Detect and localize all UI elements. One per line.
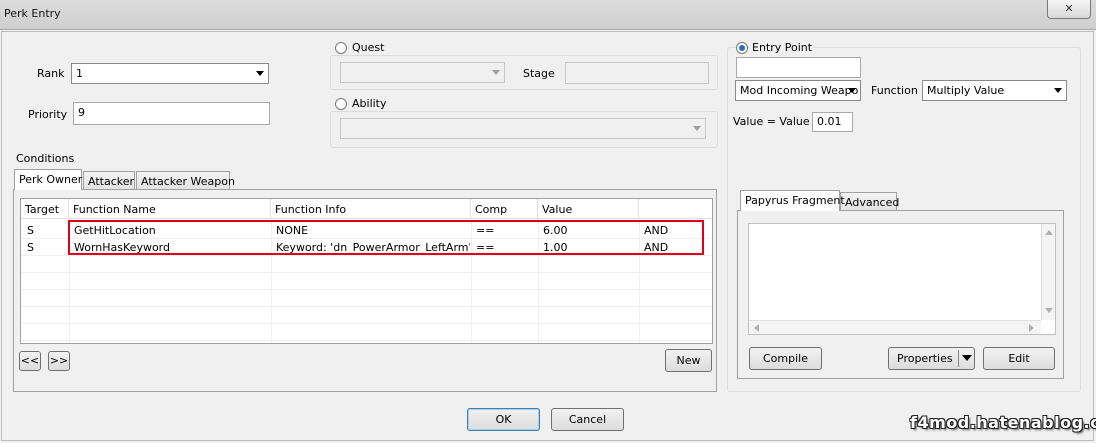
- close-icon: ✕: [1064, 2, 1074, 15]
- function-select[interactable]: Multiply Value: [922, 80, 1067, 101]
- function-label: Function: [871, 84, 918, 97]
- column-header-function-info[interactable]: Function Info: [271, 199, 471, 219]
- entry-point-name-input[interactable]: [736, 57, 861, 78]
- entry-point-select[interactable]: Mod Incoming Weapo: [735, 80, 861, 101]
- table-row[interactable]: [21, 256, 712, 273]
- new-condition-button[interactable]: New: [665, 349, 712, 372]
- tab-advanced[interactable]: Advanced: [840, 192, 900, 211]
- table-row[interactable]: [21, 324, 712, 341]
- scroll-right-icon[interactable]: [1029, 324, 1034, 332]
- chevron-down-icon: [492, 70, 500, 75]
- title-bar: Perk Entry: [0, 0, 1096, 30]
- column-header-comp[interactable]: Comp: [471, 199, 538, 219]
- column-header-function-name[interactable]: Function Name: [69, 199, 271, 219]
- new-label: New: [676, 354, 701, 367]
- tab-label: Attacker: [88, 175, 135, 188]
- ok-button[interactable]: OK: [467, 408, 540, 431]
- chevron-down-icon: [848, 88, 856, 93]
- ability-radio[interactable]: [335, 98, 347, 110]
- function-value: Multiply Value: [927, 84, 1005, 97]
- fragment-text-area[interactable]: [748, 223, 1056, 335]
- priority-input[interactable]: 9: [73, 102, 270, 125]
- quest-label: Quest: [350, 41, 387, 54]
- priority-value: 9: [78, 106, 85, 119]
- properties-button[interactable]: Properties: [888, 347, 975, 370]
- column-header-value[interactable]: Value: [538, 199, 639, 219]
- chevron-down-icon: [693, 126, 701, 131]
- horizontal-scrollbar[interactable]: [749, 320, 1041, 334]
- highlight-box: [68, 220, 704, 255]
- tab-label: Attacker Weapon: [141, 175, 235, 188]
- split-divider: [958, 350, 959, 367]
- scroll-up-icon[interactable]: [1045, 230, 1053, 235]
- scroll-left-icon[interactable]: [754, 324, 759, 332]
- table-row[interactable]: [21, 273, 712, 290]
- tab-perk-owner[interactable]: Perk Owner: [14, 169, 82, 190]
- next-button[interactable]: >>: [48, 351, 70, 371]
- previous-button[interactable]: <<: [19, 351, 41, 371]
- chevron-down-icon[interactable]: [962, 355, 972, 361]
- properties-label: Properties: [897, 352, 953, 365]
- formula-label: Value = Value *: [733, 115, 819, 128]
- cell-target: S: [27, 241, 34, 254]
- tab-papyrus-fragment[interactable]: Papyrus Fragment: [740, 190, 845, 211]
- table-row[interactable]: [21, 290, 712, 307]
- compile-button[interactable]: Compile: [749, 347, 822, 370]
- next-label: >>: [49, 354, 69, 367]
- table-header: Target Function Name Function Info Comp …: [21, 199, 712, 219]
- chevron-down-icon: [256, 71, 264, 76]
- cell-target: S: [27, 224, 34, 237]
- edit-label: Edit: [1008, 352, 1030, 365]
- tab-label: Advanced: [845, 196, 900, 209]
- quest-radio[interactable]: [335, 42, 347, 54]
- edit-button[interactable]: Edit: [983, 347, 1055, 370]
- table-row[interactable]: [21, 307, 712, 324]
- scroll-down-icon[interactable]: [1045, 308, 1053, 313]
- previous-label: <<: [20, 354, 40, 367]
- rank-select[interactable]: 1: [71, 63, 269, 84]
- entry-point-value: Mod Incoming Weapo: [740, 84, 859, 97]
- rank-label: Rank: [37, 67, 65, 80]
- formula-input[interactable]: 0.01: [812, 112, 853, 132]
- tab-attacker-weapon[interactable]: Attacker Weapon: [136, 171, 235, 190]
- vertical-scrollbar[interactable]: [1041, 224, 1055, 320]
- column-header-operator[interactable]: [639, 199, 712, 219]
- conditions-label: Conditions: [16, 152, 75, 165]
- compile-label: Compile: [763, 352, 808, 365]
- cancel-button[interactable]: Cancel: [551, 408, 624, 431]
- formula-value: 0.01: [817, 115, 842, 128]
- ok-label: OK: [495, 413, 512, 426]
- rank-value: 1: [76, 67, 83, 80]
- cancel-label: Cancel: [568, 413, 607, 426]
- window-title: Perk Entry: [4, 7, 61, 20]
- entry-point-radio[interactable]: [736, 42, 748, 54]
- ability-select[interactable]: [340, 118, 706, 139]
- entry-point-label: Entry Point: [750, 41, 815, 54]
- column-header-target[interactable]: Target: [21, 199, 69, 219]
- chevron-down-icon: [1054, 88, 1062, 93]
- ability-label: Ability: [350, 97, 389, 110]
- stage-label: Stage: [523, 67, 555, 80]
- tab-label: Papyrus Fragment: [745, 194, 845, 207]
- quest-select[interactable]: [340, 62, 505, 83]
- tab-label: Perk Owner: [19, 173, 83, 186]
- close-button[interactable]: ✕: [1047, 0, 1091, 19]
- stage-input[interactable]: [565, 62, 709, 84]
- priority-label: Priority: [28, 108, 68, 121]
- watermark-text: f4mod.hatenablog.com: [910, 413, 1096, 432]
- tab-attacker[interactable]: Attacker: [83, 171, 135, 190]
